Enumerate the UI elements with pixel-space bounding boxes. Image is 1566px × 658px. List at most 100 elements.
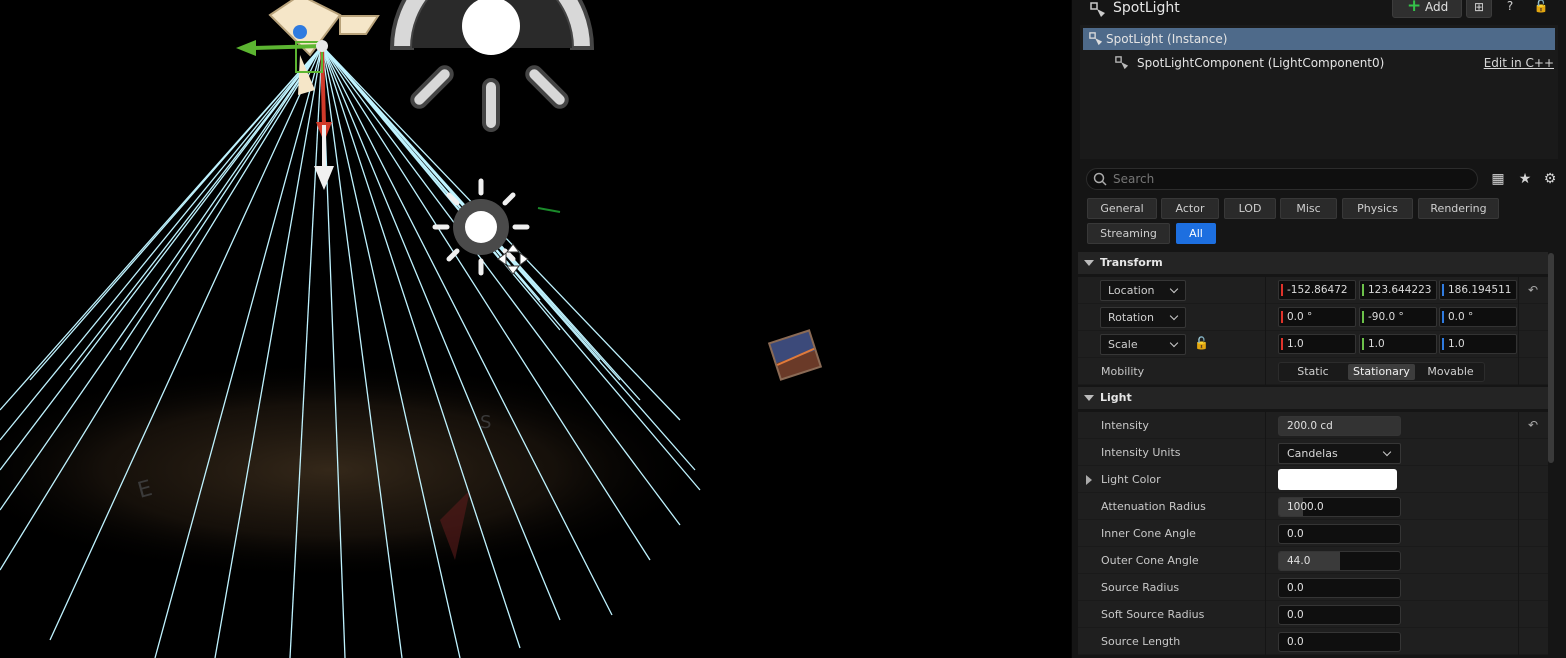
source-radius-field[interactable]: 0.0 [1278,578,1401,598]
outer-cone-label: Outer Cone Angle [1101,554,1199,567]
filter-lod[interactable]: LOD [1224,198,1276,219]
outer-cone-field[interactable]: 44.0 [1278,551,1401,571]
scale-mode-dropdown[interactable]: Scale [1100,334,1186,355]
location-x-field[interactable]: -152.86472 [1278,280,1356,300]
scale-lock-icon[interactable]: 🔓 [1194,336,1209,350]
point-light-icon[interactable] [432,178,530,276]
favorite-star-icon[interactable]: ★ [1516,170,1534,188]
settings-gear-icon[interactable]: ⚙ [1541,170,1559,188]
expand-arrow-icon[interactable] [1086,475,1092,485]
inner-cone-label: Inner Cone Angle [1101,527,1196,540]
section-light[interactable]: Light [1078,387,1548,409]
location-z-field[interactable]: 186.194511 [1439,280,1517,300]
viewport-scene: E S [0,0,823,658]
plus-icon: + [1407,0,1422,16]
filter-general[interactable]: General [1087,198,1157,219]
filter-misc[interactable]: Misc [1280,198,1337,219]
prop-location: Location -152.86472 123.644223 186.19451… [1078,277,1548,304]
search-input[interactable] [1113,170,1463,188]
prop-soft-source-radius: Soft Source Radius 0.0 [1078,601,1548,628]
prop-light-color: Light Color [1078,466,1548,493]
attenuation-value: 1000.0 [1287,501,1324,513]
source-radius-value: 0.0 [1287,582,1304,594]
level-viewport[interactable]: E S [0,0,1071,658]
green-marker [537,207,561,213]
outer-cone-value: 44.0 [1287,555,1311,567]
soft-source-radius-field[interactable]: 0.0 [1278,605,1401,625]
location-label: Location [1108,284,1155,297]
scale-z-field[interactable]: 1.0 [1439,334,1517,354]
tree-row-instance[interactable]: SpotLight (Instance) [1083,28,1555,50]
cone-line [29,45,323,381]
help-icon: ? [1506,0,1514,13]
hierarchy-icon: ⊞ [1473,0,1485,14]
table-view-icon[interactable]: ▦ [1489,170,1507,188]
details-panel: SpotLight + Add ⊞ ? 🔓 SpotLight (Instanc… [1071,0,1566,658]
mobility-label: Mobility [1101,365,1145,378]
rotation-z-field[interactable]: 0.0 ° [1439,307,1517,327]
component-label: SpotLightComponent (LightComponent0) [1137,56,1385,70]
details-search[interactable] [1086,168,1478,190]
mobility-stationary-option[interactable]: Stationary [1348,364,1415,380]
scale-x-field[interactable]: 1.0 [1278,334,1356,354]
filter-all[interactable]: All [1176,223,1216,244]
spotlight-icon [1090,2,1105,17]
intensity-units-dropdown[interactable]: Candelas [1278,443,1401,464]
tree-row-component[interactable]: SpotLightComponent (LightComponent0) Edi… [1080,52,1558,74]
cone-line [119,45,323,351]
chevron-down-icon [1382,447,1392,457]
intensity-units-label: Intensity Units [1101,446,1181,459]
prop-source-length: Source Length 0.0 [1078,628,1548,655]
rotation-label: Rotation [1108,311,1155,324]
attenuation-field[interactable]: 1000.0 [1278,497,1401,517]
rotation-x-field[interactable]: 0.0 ° [1278,307,1356,327]
prop-scale: Scale 🔓 1.0 1.0 1.0 [1078,331,1548,358]
prop-inner-cone-angle: Inner Cone Angle 0.0 [1078,520,1548,547]
blueprint-button[interactable]: ⊞ [1466,0,1492,18]
sky-light-icon [389,0,595,132]
lock-icon: 🔓 [1533,0,1549,13]
edit-in-cpp-link[interactable]: Edit in C++ [1484,52,1554,74]
soft-source-radius-label: Soft Source Radius [1101,608,1205,621]
filter-rendering[interactable]: Rendering [1418,198,1499,219]
search-icon [1093,172,1107,186]
rotation-mode-dropdown[interactable]: Rotation [1100,307,1186,328]
rotation-y-field[interactable]: -90.0 ° [1359,307,1437,327]
mobility-static-option[interactable]: Static [1280,364,1346,380]
filter-physics[interactable]: Physics [1342,198,1413,219]
location-mode-dropdown[interactable]: Location [1100,280,1186,301]
add-component-button[interactable]: + Add [1392,0,1462,18]
intensity-field[interactable]: 200.0 cd [1278,416,1401,436]
source-length-label: Source Length [1101,635,1181,648]
source-radius-label: Source Radius [1101,581,1180,594]
section-transform[interactable]: Transform [1078,252,1548,274]
attenuation-label: Attenuation Radius [1101,500,1206,513]
lock-button[interactable]: 🔓 [1528,0,1554,18]
scale-label: Scale [1108,338,1138,351]
actor-name: SpotLight [1113,0,1180,16]
help-button[interactable]: ? [1497,0,1523,18]
prop-source-radius: Source Radius 0.0 [1078,574,1548,601]
collapse-arrow-icon [1084,395,1094,401]
instance-label: SpotLight (Instance) [1106,32,1228,46]
light-color-label: Light Color [1101,473,1161,486]
prop-intensity-units: Intensity Units Candelas [1078,439,1548,466]
component-tree: SpotLight (Instance) SpotLightComponent … [1080,25,1558,159]
prop-mobility: Mobility Static Stationary Movable [1078,358,1548,385]
location-y-field[interactable]: 123.644223 [1359,280,1437,300]
section-light-title: Light [1100,391,1132,404]
source-length-field[interactable]: 0.0 [1278,632,1401,652]
inner-cone-field[interactable]: 0.0 [1278,524,1401,544]
inner-cone-value: 0.0 [1287,528,1304,540]
filter-actor[interactable]: Actor [1161,198,1219,219]
painting-mesh [767,329,823,381]
reset-to-default-icon[interactable]: ↶ [1528,283,1542,297]
light-color-swatch[interactable] [1278,469,1397,490]
reset-to-default-icon[interactable]: ↶ [1528,418,1542,432]
spotlight-component-icon [1115,56,1129,70]
intensity-units-value: Candelas [1287,447,1338,460]
mobility-movable-option[interactable]: Movable [1417,364,1484,380]
scale-y-field[interactable]: 1.0 [1359,334,1437,354]
filter-streaming[interactable]: Streaming [1087,223,1170,244]
details-scrollbar[interactable] [1548,253,1554,463]
